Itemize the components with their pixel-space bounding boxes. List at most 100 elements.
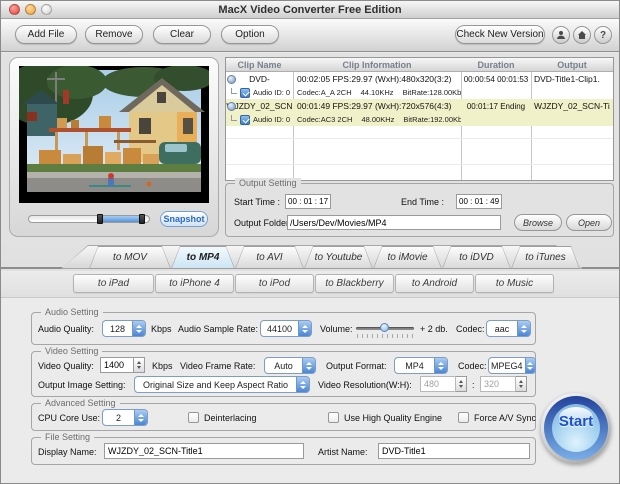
audio-setting-group: Audio Setting Audio Quality: 128 Kbps Au… bbox=[31, 312, 536, 345]
volume-slider-ticks bbox=[357, 334, 413, 338]
start-button[interactable]: Start bbox=[541, 393, 611, 463]
clip-sphere-icon[interactable] bbox=[227, 75, 236, 84]
video-resolution-label: Video Resolution(W:H): bbox=[318, 380, 412, 390]
audio-quality-select[interactable]: 128 bbox=[102, 320, 146, 337]
audio-quality-label: Audio Quality: bbox=[38, 324, 94, 334]
tab-to-ipad[interactable]: to iPad bbox=[73, 274, 154, 293]
audio-track-label: Audio ID: 0 bbox=[253, 88, 290, 97]
tab-to-android[interactable]: to Android bbox=[395, 274, 474, 293]
cpu-core-use-label: CPU Core Use: bbox=[38, 413, 100, 423]
high-quality-engine-checkbox[interactable] bbox=[328, 412, 339, 423]
resolution-width-input[interactable] bbox=[420, 376, 456, 392]
video-frame-illustration bbox=[19, 66, 209, 203]
title-bar: MacX Video Converter Free Edition bbox=[1, 1, 619, 19]
zoom-window-button[interactable] bbox=[41, 4, 52, 15]
stepper-arrows-icon bbox=[132, 321, 145, 336]
main-top-area: Snapshot Clip Name Clip Information Dura… bbox=[1, 53, 620, 241]
stepper-arrows-icon[interactable] bbox=[134, 357, 145, 373]
audio-codec-label: Codec: bbox=[456, 324, 485, 334]
browse-button[interactable]: Browse bbox=[514, 214, 562, 231]
video-codec-label: Codec: bbox=[458, 361, 487, 371]
audio-track-checkbox[interactable] bbox=[240, 115, 250, 125]
tab-to-mp4[interactable]: to MP4 bbox=[171, 246, 235, 269]
display-name-input[interactable] bbox=[104, 443, 304, 459]
output-setting-group: Output Setting Start Time : End Time : O… bbox=[225, 183, 614, 237]
video-frame-rate-label: Video Frame Rate: bbox=[180, 361, 255, 371]
traffic-lights bbox=[9, 4, 52, 15]
minimize-window-button[interactable] bbox=[25, 4, 36, 15]
video-setting-group-label: Video Setting bbox=[41, 346, 102, 356]
trim-end-handle[interactable] bbox=[139, 214, 145, 224]
volume-slider[interactable] bbox=[356, 322, 414, 336]
tab-to-music[interactable]: to Music bbox=[475, 274, 554, 293]
open-button[interactable]: Open bbox=[566, 214, 612, 231]
clip-sphere-icon[interactable] bbox=[227, 102, 236, 111]
stepper-arrows-icon[interactable] bbox=[456, 376, 467, 392]
tab-to-ipod[interactable]: to iPod bbox=[235, 274, 314, 293]
volume-slider-thumb[interactable] bbox=[380, 323, 389, 332]
snapshot-button[interactable]: Snapshot bbox=[160, 211, 208, 227]
window-title: MacX Video Converter Free Edition bbox=[218, 4, 401, 16]
audio-sample-rate-select[interactable]: 44100 bbox=[260, 320, 312, 337]
end-time-input[interactable] bbox=[456, 194, 502, 209]
display-name-label: Display Name: bbox=[38, 447, 97, 457]
start-time-input[interactable] bbox=[285, 194, 331, 209]
video-codec-select[interactable]: MPEG4 bbox=[488, 357, 536, 374]
trim-range[interactable] bbox=[100, 216, 142, 222]
tab-to-itunes[interactable]: to iTunes bbox=[511, 246, 580, 269]
output-image-setting-label: Output Image Setting: bbox=[38, 380, 126, 390]
home-icon[interactable] bbox=[573, 26, 591, 44]
deinterlacing-checkbox[interactable] bbox=[188, 412, 199, 423]
format-tabs-row2: to iPad to iPhone 4 to iPod to Blackberr… bbox=[1, 271, 620, 297]
user-icon[interactable] bbox=[552, 26, 570, 44]
output-format-select[interactable]: MP4 bbox=[394, 357, 448, 374]
stepper-arrows-icon[interactable] bbox=[516, 376, 527, 392]
advanced-setting-group-label: Advanced Setting bbox=[41, 398, 120, 408]
preview-panel: Snapshot bbox=[9, 57, 219, 237]
tab-to-imovie[interactable]: to iMovie bbox=[373, 246, 442, 269]
trim-start-handle[interactable] bbox=[97, 214, 103, 224]
add-file-button[interactable]: Add File bbox=[15, 25, 77, 44]
start-button-ring: Start bbox=[544, 396, 608, 460]
stepper-arrows-icon bbox=[296, 377, 309, 392]
tab-to-idvd[interactable]: to iDVD bbox=[442, 246, 511, 269]
video-preview bbox=[19, 66, 209, 203]
clip-info: 00:02:05 FPS:29.97 (WxH):480x320(3:2) bbox=[293, 74, 461, 84]
resolution-height-input[interactable] bbox=[480, 376, 516, 392]
remove-button[interactable]: Remove bbox=[85, 25, 143, 44]
force-av-sync-checkbox[interactable] bbox=[458, 412, 469, 423]
check-new-version-button[interactable]: Check New Version bbox=[455, 25, 545, 44]
audio-bitrate: BitRate:192.00Kb bbox=[403, 115, 461, 124]
tree-branch-line bbox=[231, 115, 237, 122]
audio-sample-rate: 44.10KHz bbox=[361, 88, 394, 97]
table-row-selected[interactable]: WJZDY_02_SCN 00:01:49 FPS:29.97 (WxH):72… bbox=[226, 99, 613, 126]
audio-codec-select[interactable]: aac bbox=[486, 320, 531, 337]
file-setting-group-label: File Setting bbox=[41, 432, 94, 442]
tab-to-blackberry[interactable]: to Blackberry bbox=[315, 274, 394, 293]
cpu-core-use-select[interactable]: 2 bbox=[102, 409, 148, 426]
video-quality-input[interactable] bbox=[100, 357, 134, 373]
table-row[interactable]: DVD- 00:02:05 FPS:29.97 (WxH):480x320(3:… bbox=[226, 72, 613, 99]
audio-track-label: Audio ID: 0 bbox=[253, 115, 290, 124]
close-window-button[interactable] bbox=[9, 4, 20, 15]
tab-to-mov[interactable]: to MOV bbox=[89, 246, 171, 269]
tab-to-iphone4[interactable]: to iPhone 4 bbox=[155, 274, 234, 293]
column-header-clip-name: Clip Name bbox=[226, 58, 293, 71]
help-icon[interactable]: ? bbox=[594, 26, 612, 44]
clip-list-table: Clip Name Clip Information Duration Outp… bbox=[225, 57, 614, 181]
clear-button[interactable]: Clear bbox=[153, 25, 211, 44]
tab-to-avi[interactable]: to AVI bbox=[235, 246, 304, 269]
output-folder-input[interactable] bbox=[287, 215, 501, 230]
option-button[interactable]: Option bbox=[221, 25, 279, 44]
volume-gain-label: + 2 db. bbox=[420, 324, 448, 334]
trim-slider[interactable] bbox=[28, 215, 150, 223]
video-frame-rate-select[interactable]: Auto bbox=[264, 357, 316, 374]
tab-to-youtube[interactable]: to Youtube bbox=[304, 246, 373, 269]
audio-track-checkbox[interactable] bbox=[240, 88, 250, 98]
clip-output: DVD-Title1-Clip1. bbox=[531, 74, 613, 84]
artist-name-input[interactable] bbox=[378, 443, 530, 459]
format-tabs-row1: to MOV to MP4 to AVI to Youtube to iMovi… bbox=[1, 241, 620, 269]
artist-name-label: Artist Name: bbox=[318, 447, 368, 457]
output-image-setting-select[interactable]: Original Size and Keep Aspect Ratio bbox=[134, 376, 310, 393]
clip-info: 00:01:49 FPS:29.97 (WxH):720x576(4:3) bbox=[293, 101, 461, 111]
